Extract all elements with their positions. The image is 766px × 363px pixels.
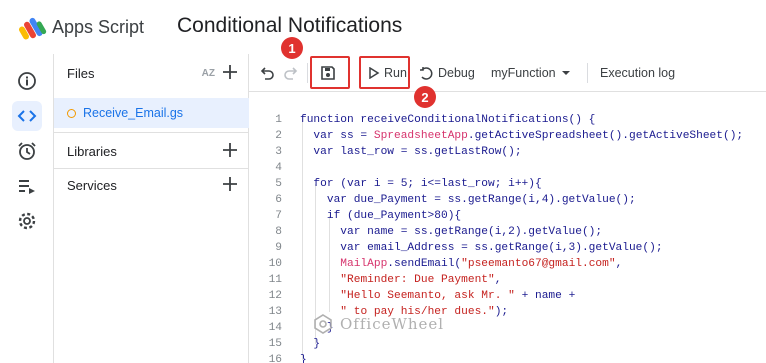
code-line[interactable]: 10 MailApp.sendEmail("pseemanto67@gmail.… bbox=[262, 256, 766, 272]
chevron-down-icon bbox=[561, 71, 570, 75]
apps-script-logo[interactable] bbox=[18, 12, 48, 42]
redo-icon bbox=[284, 67, 298, 80]
line-number: 13 bbox=[268, 306, 282, 318]
left-rail bbox=[0, 54, 54, 363]
sort-az-icon[interactable]: AZ bbox=[202, 68, 215, 79]
execution-log-label: Execution log bbox=[600, 66, 676, 80]
code-text[interactable]: var ss = SpreadsheetApp.getActiveSpreads… bbox=[300, 128, 743, 144]
files-label: Files bbox=[67, 65, 95, 81]
code-text[interactable]: if (due_Payment>80){ bbox=[300, 208, 461, 224]
code-text[interactable]: var email_Address = ss.getRange(i,3).get… bbox=[300, 240, 662, 256]
function-select-label: myFunction bbox=[491, 66, 556, 80]
add-service-icon[interactable] bbox=[221, 175, 239, 193]
code-line[interactable]: 9 var email_Address = ss.getRange(i,3).g… bbox=[262, 240, 766, 256]
watermark: OfficeWheel bbox=[312, 313, 444, 335]
line-number: 10 bbox=[268, 258, 282, 270]
line-number: 8 bbox=[275, 226, 282, 238]
undo-icon bbox=[260, 67, 274, 80]
watermark-logo-icon bbox=[314, 314, 332, 334]
libraries-row[interactable]: Libraries bbox=[54, 134, 249, 168]
line-number: 1 bbox=[275, 114, 282, 126]
execution-log-button[interactable]: Execution log bbox=[600, 59, 675, 87]
code-text[interactable]: "Hello Seemanto, ask Mr. " + name + bbox=[300, 288, 575, 304]
line-number: 2 bbox=[275, 130, 282, 142]
line-number: 7 bbox=[275, 210, 282, 222]
line-number: 4 bbox=[275, 162, 282, 174]
files-panel: Files AZ Receive_Email.gs Libraries Serv… bbox=[54, 54, 249, 363]
alarm-clock-icon bbox=[18, 142, 36, 160]
toolbar-divider bbox=[587, 63, 588, 83]
gear-icon bbox=[18, 212, 36, 230]
info-icon bbox=[18, 72, 36, 90]
code-text[interactable]: for (var i = 5; i<=last_row; i++){ bbox=[300, 176, 541, 192]
run-highlight-box bbox=[359, 56, 410, 89]
function-select[interactable]: myFunction bbox=[491, 59, 572, 87]
file-status-icon bbox=[67, 108, 76, 118]
code-line[interactable]: 16} bbox=[262, 352, 766, 363]
code-line[interactable]: 5 for (var i = 5; i<=last_row; i++){ bbox=[262, 176, 766, 192]
app-header: Apps Script Conditional Notifications bbox=[0, 0, 766, 54]
undo-button[interactable] bbox=[259, 59, 275, 87]
line-number: 14 bbox=[268, 322, 282, 334]
line-number: 3 bbox=[275, 146, 282, 158]
code-text[interactable]: MailApp.sendEmail("pseemanto67@gmail.com… bbox=[300, 256, 622, 272]
code-line[interactable]: 1 function receiveConditionalNotification… bbox=[262, 112, 766, 128]
services-row[interactable]: Services bbox=[54, 168, 249, 202]
code-line[interactable]: 7 if (due_Payment>80){ bbox=[262, 208, 766, 224]
code-text[interactable]: var due_Payment = ss.getRange(i,4).getVa… bbox=[300, 192, 636, 208]
code-line[interactable]: 8 var name = ss.getRange(i,2).getValue()… bbox=[262, 224, 766, 240]
code-brackets-icon bbox=[17, 110, 37, 122]
line-number: 6 bbox=[275, 194, 282, 206]
list-play-icon bbox=[19, 180, 35, 194]
files-header: Files AZ bbox=[54, 56, 249, 90]
overview-button[interactable] bbox=[12, 66, 42, 96]
line-number: 16 bbox=[268, 354, 282, 363]
code-text[interactable]: } bbox=[300, 336, 320, 352]
line-number: 5 bbox=[275, 178, 282, 190]
code-text[interactable]: "Reminder: Due Payment", bbox=[300, 272, 501, 288]
toolbar-divider bbox=[307, 63, 308, 83]
redo-button[interactable] bbox=[283, 59, 299, 87]
debug-icon bbox=[420, 66, 433, 80]
line-number: 11 bbox=[268, 274, 282, 286]
project-title[interactable]: Conditional Notifications bbox=[177, 14, 402, 38]
code-line[interactable]: 12 "Hello Seemanto, ask Mr. " + name + bbox=[262, 288, 766, 304]
save-highlight-box bbox=[310, 56, 350, 89]
libraries-label: Libraries bbox=[67, 143, 117, 159]
code-text[interactable]: var name = ss.getRange(i,2).getValue(); bbox=[300, 224, 602, 240]
watermark-text: OfficeWheel bbox=[340, 315, 445, 333]
app-name[interactable]: Apps Script bbox=[52, 17, 144, 38]
step-badge-1: 1 bbox=[281, 37, 303, 59]
line-number: 9 bbox=[275, 242, 282, 254]
add-file-icon[interactable] bbox=[221, 63, 239, 81]
code-line[interactable]: 4 bbox=[262, 160, 766, 176]
code-line[interactable]: 3 var last_row = ss.getLastRow(); bbox=[262, 144, 766, 160]
code-line[interactable]: 11 "Reminder: Due Payment", bbox=[262, 272, 766, 288]
code-line[interactable]: 2 var ss = SpreadsheetApp.getActiveSprea… bbox=[262, 128, 766, 144]
settings-button[interactable] bbox=[12, 206, 42, 236]
code-text[interactable]: function receiveConditionalNotifications… bbox=[300, 112, 595, 128]
debug-label: Debug bbox=[438, 66, 475, 80]
file-item[interactable]: Receive_Email.gs bbox=[54, 98, 249, 128]
file-name: Receive_Email.gs bbox=[83, 106, 184, 120]
services-label: Services bbox=[67, 177, 117, 193]
editor-button[interactable] bbox=[12, 101, 42, 131]
code-line[interactable]: 15 } bbox=[262, 336, 766, 352]
code-text[interactable]: } bbox=[300, 352, 307, 363]
triggers-button[interactable] bbox=[12, 136, 42, 166]
add-library-icon[interactable] bbox=[221, 141, 239, 159]
executions-button[interactable] bbox=[12, 171, 42, 201]
debug-button[interactable]: Debug bbox=[419, 59, 475, 87]
divider bbox=[54, 132, 249, 133]
code-line[interactable]: 6 var due_Payment = ss.getRange(i,4).get… bbox=[262, 192, 766, 208]
code-text[interactable]: var last_row = ss.getLastRow(); bbox=[300, 144, 521, 160]
line-number: 12 bbox=[268, 290, 282, 302]
line-number: 15 bbox=[268, 338, 282, 350]
